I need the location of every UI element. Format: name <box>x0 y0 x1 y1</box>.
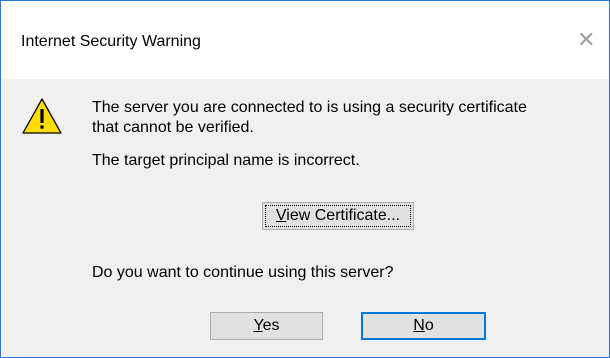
dialog-title: Internet Security Warning <box>21 33 201 50</box>
title-bar: Internet Security Warning ✕ <box>1 1 609 79</box>
warning-icon <box>22 98 62 134</box>
question-text: Do you want to continue using this serve… <box>92 264 394 281</box>
no-label: o <box>424 317 434 334</box>
message-line-1: The server you are connected to is using… <box>92 99 527 116</box>
yes-label: es <box>262 317 280 334</box>
close-icon[interactable]: ✕ <box>577 29 595 51</box>
no-button[interactable]: No <box>361 312 486 340</box>
yes-button[interactable]: Yes <box>210 312 323 340</box>
detail-text: The target principal name is incorrect. <box>92 152 360 169</box>
view-certificate-label: iew Certificate... <box>286 207 401 224</box>
view-certificate-accel: V <box>275 207 287 224</box>
view-certificate-button[interactable]: View Certificate... <box>262 202 414 230</box>
yes-accel: Y <box>253 317 263 334</box>
message-line-2: that cannot be verified. <box>92 119 254 136</box>
no-accel: N <box>413 317 425 334</box>
security-warning-dialog: Internet Security Warning ✕ The server y… <box>0 0 610 358</box>
